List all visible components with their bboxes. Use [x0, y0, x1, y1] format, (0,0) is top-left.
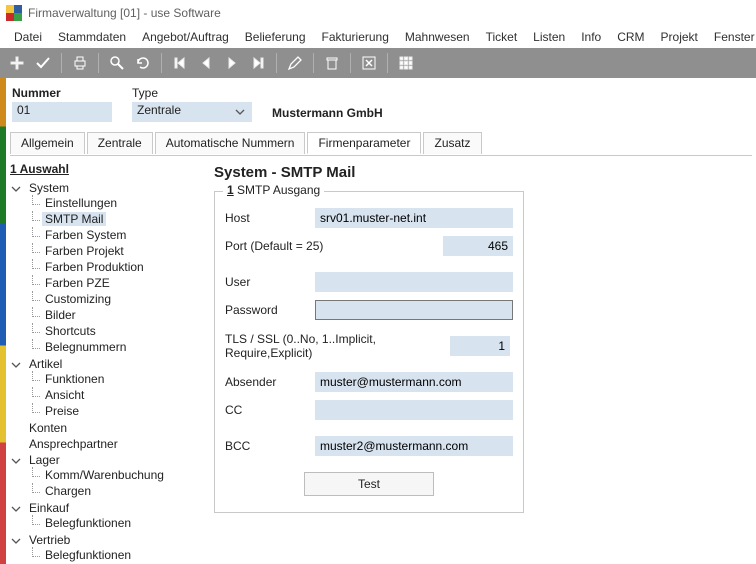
app-icon [6, 5, 22, 21]
menu-belieferung[interactable]: Belieferung [237, 28, 314, 46]
menu-fakturierung[interactable]: Fakturierung [314, 28, 397, 46]
bcc-label: BCC [225, 439, 315, 453]
menu-crm[interactable]: CRM [609, 28, 652, 46]
edit-icon[interactable] [284, 52, 306, 74]
tls-input[interactable] [450, 336, 510, 356]
next-icon[interactable] [221, 52, 243, 74]
tree-node[interactable]: Belegfunktionen [42, 548, 134, 562]
prev-icon[interactable] [195, 52, 217, 74]
expand-toggle-icon[interactable] [10, 535, 21, 546]
tree-node[interactable]: Komm/Warenbuchung [42, 468, 167, 482]
password-label: Password [225, 303, 315, 317]
expand-toggle-icon[interactable] [10, 183, 21, 194]
menu-datei[interactable]: Datei [6, 28, 50, 46]
menu-fenster[interactable]: Fenster [706, 28, 756, 46]
tab-allgemein[interactable]: Allgemein [10, 132, 85, 154]
tab-automatische-nummern[interactable]: Automatische Nummern [155, 132, 306, 154]
menu-stammdaten[interactable]: Stammdaten [50, 28, 134, 46]
group-title: 1 SMTP Ausgang [223, 183, 324, 197]
first-icon[interactable] [169, 52, 191, 74]
window-title: Firmaverwaltung [01] - use Software [28, 6, 221, 20]
tree-node[interactable]: Vertrieb [26, 533, 73, 547]
tree-node[interactable]: Shortcuts [42, 324, 99, 338]
expand-toggle-icon[interactable] [10, 455, 21, 466]
menu-projekt[interactable]: Projekt [653, 28, 706, 46]
tree-node[interactable]: Einstellungen [42, 196, 120, 210]
tree-node[interactable]: Einkauf [26, 501, 72, 515]
tree-node[interactable]: Ansprechpartner [26, 437, 121, 451]
zoom-icon[interactable] [106, 52, 128, 74]
tab-zentrale[interactable]: Zentrale [87, 132, 153, 154]
tree-node[interactable]: Belegfunktionen [42, 516, 134, 530]
tree-node[interactable]: Belegnummern [42, 340, 129, 354]
type-label: Type [132, 86, 252, 100]
menu-mahnwesen[interactable]: Mahnwesen [397, 28, 478, 46]
tree-node[interactable]: Chargen [42, 484, 94, 498]
port-input[interactable] [443, 236, 513, 256]
cc-label: CC [225, 403, 315, 417]
number-input[interactable]: 01 [12, 102, 112, 122]
tree-node[interactable]: Farben System [42, 228, 129, 242]
cc-input[interactable] [315, 400, 513, 420]
password-input[interactable] [315, 300, 513, 320]
tree-node[interactable]: Farben PZE [42, 276, 113, 290]
tree-node[interactable]: Bilder [42, 308, 79, 322]
expand-toggle-icon[interactable] [10, 503, 21, 514]
host-label: Host [225, 211, 315, 225]
print-icon[interactable] [69, 52, 91, 74]
user-input[interactable] [315, 272, 513, 292]
refresh-icon[interactable] [132, 52, 154, 74]
port-label: Port (Default = 25) [225, 239, 323, 253]
host-input[interactable] [315, 208, 513, 228]
menu-listen[interactable]: Listen [525, 28, 573, 46]
close-box-icon[interactable] [358, 52, 380, 74]
tree-node[interactable]: Lager [26, 453, 63, 467]
menu-angebotauftrag[interactable]: Angebot/Auftrag [134, 28, 237, 46]
tls-label: TLS / SSL (0..No, 1..Implicit, Require,E… [225, 332, 450, 360]
menu-info[interactable]: Info [573, 28, 609, 46]
tree-node[interactable]: Farben Produktion [42, 260, 147, 274]
last-icon[interactable] [247, 52, 269, 74]
tree-node[interactable]: Ansicht [42, 388, 87, 402]
check-icon[interactable] [32, 52, 54, 74]
user-label: User [225, 275, 315, 289]
tab-firmenparameter[interactable]: Firmenparameter [307, 132, 421, 154]
tree-title: 1 Auswahl [10, 162, 69, 176]
expand-toggle-icon[interactable] [10, 359, 21, 370]
chevron-down-icon [235, 106, 245, 120]
tree-node[interactable]: Artikel [26, 357, 65, 371]
trash-icon[interactable] [321, 52, 343, 74]
tree-node[interactable]: System [26, 181, 72, 195]
tree-node[interactable]: Konten [26, 421, 70, 435]
bcc-input[interactable] [315, 436, 513, 456]
tab-zusatz[interactable]: Zusatz [423, 132, 481, 154]
sender-input[interactable] [315, 372, 513, 392]
sender-label: Absender [225, 375, 315, 389]
test-button[interactable]: Test [304, 472, 434, 496]
tree-node[interactable]: Preise [42, 404, 82, 418]
tree-node[interactable]: Customizing [42, 292, 114, 306]
panel-title: System - SMTP Mail [214, 164, 746, 181]
tree-node[interactable]: SMTP Mail [42, 212, 106, 226]
tree-node[interactable]: Farben Projekt [42, 244, 127, 258]
menu-ticket[interactable]: Ticket [478, 28, 526, 46]
number-label: Nummer [12, 86, 112, 100]
grid-icon[interactable] [395, 52, 417, 74]
tree-node[interactable]: Funktionen [42, 372, 107, 386]
plus-icon[interactable] [6, 52, 28, 74]
company-name: Mustermann GmbH [272, 106, 383, 122]
type-dropdown[interactable]: Zentrale [132, 102, 252, 122]
